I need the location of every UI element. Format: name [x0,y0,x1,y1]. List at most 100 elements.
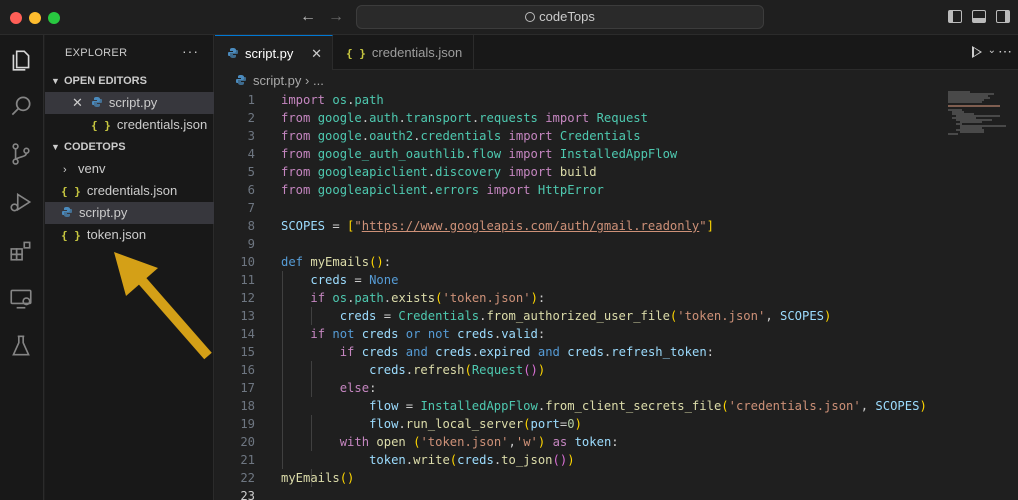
line-number: 9 [247,237,255,251]
line-number: 6 [247,183,255,197]
line-number: 7 [247,201,255,215]
code-line: 6 from googleapiclient.errors import Http… [215,181,955,199]
line-number: 23 [240,489,255,500]
line-number: 22 [240,471,255,485]
close-tab-icon[interactable]: ✕ [311,36,322,71]
code-line: 11 creds = None [215,271,955,289]
code-line: 19 flow.run_local_server(port=0) [215,415,955,433]
run-python-file-icon[interactable] [972,46,982,58]
explorer-icon[interactable] [8,47,36,75]
python-file-icon [62,207,72,217]
code-line: 12 if os.path.exists('token.json'): [215,289,955,307]
code-line: 16 creds.refresh(Request()) [215,361,955,379]
code-line: 2 from google.auth.transport.requests imp… [215,109,955,127]
tab-credentials-json[interactable]: { } credentials.json [334,35,474,70]
tree-item-label: venv [78,161,106,176]
more-actions-icon[interactable]: ··· [182,43,199,59]
code-line: 10 def myEmails(): [215,253,955,271]
tree-item-label: token.json [86,227,147,242]
editor-tabs: script.py ✕ { } credentials.json ⌄ ⋯ [215,35,1018,70]
tree-item-script-py[interactable]: script.py [45,202,214,224]
open-editor-name: credentials.json [116,117,208,132]
tab-script-py[interactable]: script.py ✕ [215,35,333,70]
toggle-secondary-sidebar-icon[interactable] [996,10,1010,23]
annotation-arrow-icon [114,252,212,360]
breadcrumb: script.py › ... [235,73,324,88]
folder-label: CODETOPS [64,141,126,153]
python-file-icon [236,75,246,85]
code-line: 7 [215,199,955,217]
line-number: 16 [240,363,255,377]
code-line: 5 from googleapiclient.discovery import b… [215,163,955,181]
tree-item-label: script.py [79,205,128,220]
search-icon[interactable] [8,93,36,121]
toggle-primary-sidebar-icon[interactable] [948,10,962,23]
tree-item-label: credentials.json [86,183,178,198]
window-title: codeTops [539,9,595,24]
chevron-down-icon[interactable]: ⌄ [988,45,996,56]
extensions-icon[interactable] [8,237,36,265]
tab-label: script.py [245,46,294,61]
code-line: 13 creds = Credentials.from_authorized_u… [215,307,955,325]
forward-arrow-icon[interactable]: → [328,8,344,26]
open-editor-script-py[interactable]: ✕ script.py [45,92,214,114]
chevron-down-icon: ▼ [51,76,60,86]
line-number: 5 [247,165,255,179]
remote-explorer-icon[interactable] [8,285,36,313]
open-editor-credentials-json[interactable]: { } credentials.json [45,114,214,136]
run-debug-icon[interactable] [8,189,36,217]
line-number: 10 [240,255,255,269]
code-line: 17 else: [215,379,955,397]
codetops-folder-section[interactable]: ▼ CODETOPS [45,136,214,158]
source-control-icon[interactable] [8,141,36,169]
code-line: 9 [215,235,955,253]
tree-item-credentials-json[interactable]: { } credentials.json [45,180,214,202]
line-number: 3 [247,129,255,143]
search-icon [525,12,536,22]
code-line: 1 import os.path [215,91,955,109]
open-editors-label: OPEN EDITORS [64,75,147,87]
code-line: 20 with open ('token.json','w') as token… [215,433,955,451]
code-line: 22 myEmails() [215,469,955,487]
toggle-panel-icon[interactable] [972,10,986,23]
json-file-icon: { } [61,185,81,198]
tree-item-venv[interactable]: › venv [45,158,214,180]
zoom-window-button[interactable] [48,12,60,24]
line-number: 4 [247,147,255,161]
tree-item-token-json[interactable]: { } token.json [45,224,214,246]
activity-bar [0,35,44,500]
close-window-button[interactable] [10,12,22,24]
line-number: 13 [240,309,255,323]
close-icon[interactable]: ✕ [72,95,83,110]
code-line: 21 token.write(creds.to_json()) [215,451,955,469]
line-number: 15 [240,345,255,359]
line-number: 12 [240,291,255,305]
command-center-search[interactable]: codeTops [356,5,764,29]
tab-label: credentials.json [371,45,463,60]
testing-icon[interactable] [8,333,36,361]
breadcrumb-file[interactable]: script.py [253,73,301,88]
more-actions-icon[interactable]: ⋯ [998,43,1012,60]
minimize-window-button[interactable] [29,12,41,24]
open-editors-section[interactable]: ▼ OPEN EDITORS [45,70,214,92]
code-line: 15 if creds and creds.expired and creds.… [215,343,955,361]
line-number: 8 [247,219,255,233]
layout-controls [948,10,1010,23]
chevron-right-icon: › [63,164,67,176]
code-line: 23 [215,487,955,500]
line-number: 19 [240,417,255,431]
editor-area: script.py ✕ { } credentials.json ⌄ ⋯ scri… [215,35,1018,500]
python-file-icon [91,97,102,107]
line-number: 14 [240,327,255,341]
minimap[interactable] [948,91,1008,151]
line-number: 21 [240,453,255,467]
open-editor-name: script.py [108,95,158,110]
json-file-icon: { } [61,229,81,242]
line-number: 1 [247,93,255,107]
line-number: 20 [240,435,255,449]
code-line: 8 SCOPES = ["https://www.googleapis.com/a… [215,217,955,235]
breadcrumb-symbols[interactable]: ... [313,73,324,88]
line-number: 18 [240,399,255,413]
back-arrow-icon[interactable]: ← [300,8,316,26]
breadcrumb-separator: › [305,73,310,88]
